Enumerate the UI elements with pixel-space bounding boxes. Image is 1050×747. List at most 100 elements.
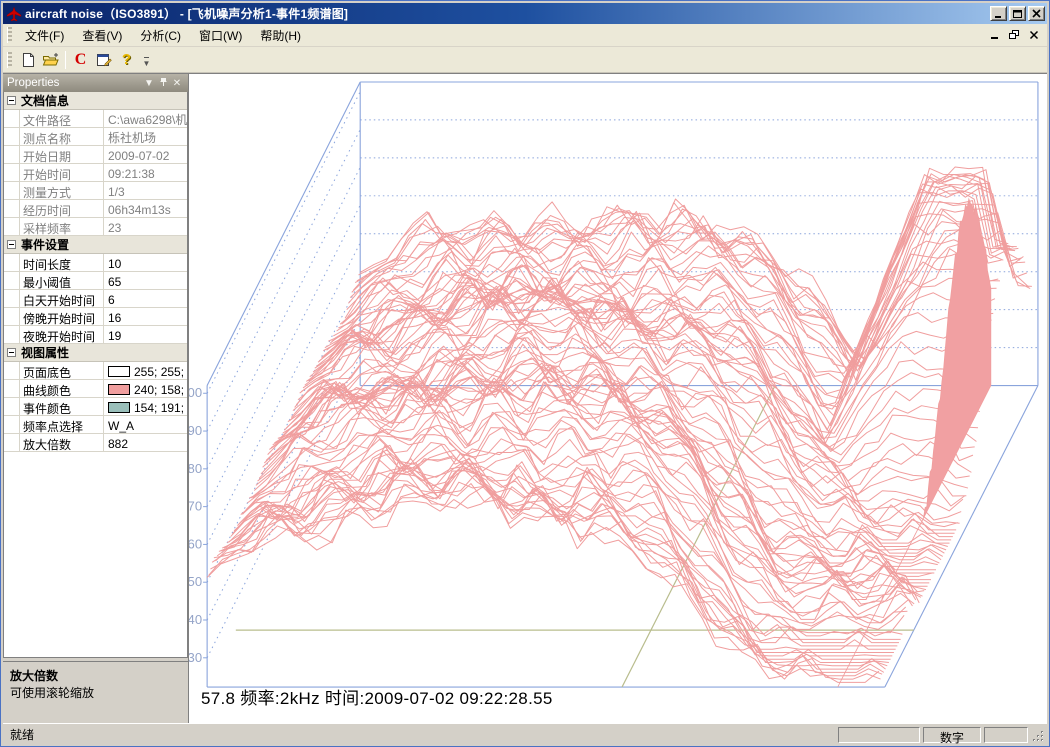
panel-menu-chevron-icon[interactable]: ▼ [142, 78, 156, 89]
row-gutter [4, 218, 20, 235]
color-swatch[interactable] [108, 402, 130, 413]
properties-grid: 文档信息文件路径C:\awa6298\机场测点名称栎社机场开始日期2009-07… [3, 92, 188, 658]
property-value-text: C:\awa6298\机场 [108, 111, 187, 127]
property-row-1-2[interactable]: 白天开始时间6 [4, 290, 187, 308]
property-label: 时间长度 [20, 254, 104, 271]
section-title: 事件设置 [21, 236, 69, 253]
menu-item-4[interactable]: 帮助(H) [251, 24, 310, 47]
property-value[interactable]: 882 [104, 434, 187, 451]
property-value: 06h34m13s [104, 200, 187, 217]
calibration-button[interactable]: C [69, 49, 92, 71]
property-value[interactable]: 10 [104, 254, 187, 271]
panel-pin-icon[interactable] [156, 77, 170, 90]
row-gutter [4, 308, 20, 325]
property-value[interactable]: 65 [104, 272, 187, 289]
row-gutter [4, 110, 20, 127]
property-value[interactable]: 255; 255; 255 [104, 362, 187, 379]
calibration-c-icon: C [75, 51, 87, 69]
property-label: 放大倍数 [20, 434, 104, 451]
close-button[interactable] [1028, 6, 1045, 21]
property-label: 采样频率 [20, 218, 104, 235]
property-row-1-1[interactable]: 最小阈值65 [4, 272, 187, 290]
color-swatch[interactable] [108, 384, 130, 395]
minimize-button[interactable] [990, 6, 1007, 21]
property-label: 测量方式 [20, 182, 104, 199]
properties-panel: Properties ▼ ✕ 文档信息文件路径C:\awa6298\机场测点名称… [3, 74, 189, 723]
menu-item-1[interactable]: 查看(V) [73, 24, 131, 47]
property-value: 2009-07-02 [104, 146, 187, 163]
row-gutter [4, 164, 20, 181]
property-value[interactable]: 154; 191; 186 [104, 398, 187, 415]
property-row-1-0[interactable]: 时间长度 10 [4, 254, 187, 272]
collapse-icon[interactable] [7, 348, 16, 357]
mdi-restore-icon[interactable] [1009, 30, 1020, 40]
collapse-icon[interactable] [7, 96, 16, 105]
mdi-window-controls [990, 30, 1047, 40]
mdi-minimize-icon[interactable] [990, 30, 1000, 40]
help-button[interactable]: ? [115, 49, 138, 71]
svg-text:60: 60 [189, 536, 202, 551]
row-gutter [4, 434, 20, 451]
toolbar-separator [65, 51, 66, 69]
property-value-text: 10 [108, 257, 121, 271]
toolbar-overflow-button[interactable]: ▼ [140, 49, 153, 71]
properties-panel-titlebar[interactable]: Properties ▼ ✕ [3, 74, 188, 92]
properties-sheet-icon [96, 52, 112, 68]
property-value[interactable]: 16 [104, 308, 187, 325]
panel-close-icon[interactable]: ✕ [170, 78, 184, 89]
spectrum-chart-area[interactable]: 10090807060504030 57.8 频率:2kHz 时间:2009-0… [189, 74, 1047, 723]
section-header-2[interactable]: 视图属性 [4, 344, 187, 362]
property-label: 夜晚开始时间 [20, 326, 104, 343]
section-title: 视图属性 [21, 344, 69, 361]
property-row-2-2[interactable]: 事件颜色154; 191; 186 [4, 398, 187, 416]
menu-item-2[interactable]: 分析(C) [131, 24, 190, 47]
open-file-button[interactable] [39, 49, 62, 71]
toolbar-gripper[interactable] [7, 52, 12, 68]
resize-grip[interactable] [1031, 727, 1045, 743]
properties-button[interactable] [92, 49, 115, 71]
row-gutter [4, 128, 20, 145]
property-row-2-1[interactable]: 曲线颜色240; 158; 158 [4, 380, 187, 398]
property-label: 事件颜色 [20, 398, 104, 415]
property-row-1-4[interactable]: 夜晚开始时间19 [4, 326, 187, 344]
chevron-down-icon: ▼ [143, 59, 151, 68]
app-window: aircraft noise（ISO3891） - [飞机噪声分析1-事件1频谱… [0, 0, 1050, 747]
color-swatch[interactable] [108, 366, 130, 377]
property-value[interactable]: 6 [104, 290, 187, 307]
section-header-1[interactable]: 事件设置 [4, 236, 187, 254]
status-ready-text: 就绪 [6, 726, 835, 743]
menu-item-3[interactable]: 窗口(W) [190, 24, 251, 47]
property-value[interactable]: 19 [104, 326, 187, 343]
menu-item-0[interactable]: 文件(F) [16, 24, 73, 47]
property-row-0-5: 经历时间06h34m13s [4, 200, 187, 218]
property-value: 09:21:38 [104, 164, 187, 181]
property-description: 放大倍数 可使用滚轮缩放 [3, 661, 188, 723]
property-label: 测点名称 [20, 128, 104, 145]
new-document-button[interactable] [16, 49, 39, 71]
property-row-2-4[interactable]: 放大倍数882 [4, 434, 187, 452]
property-label: 傍晚开始时间 [20, 308, 104, 325]
property-row-0-4: 测量方式1/3 [4, 182, 187, 200]
airplane-icon [6, 6, 22, 22]
property-label: 页面底色 [20, 362, 104, 379]
title-bar[interactable]: aircraft noise（ISO3891） - [飞机噪声分析1-事件1频谱… [3, 3, 1047, 24]
property-value-text: 16 [108, 311, 121, 325]
property-value[interactable]: 240; 158; 158 [104, 380, 187, 397]
collapse-icon[interactable] [7, 240, 16, 249]
property-value: 1/3 [104, 182, 187, 199]
menu-gripper[interactable] [7, 27, 12, 43]
row-gutter [4, 398, 20, 415]
maximize-button[interactable] [1009, 6, 1026, 21]
property-row-0-1: 测点名称栎社机场 [4, 128, 187, 146]
section-header-0[interactable]: 文档信息 [4, 92, 187, 110]
status-bar: 就绪 数字 [3, 723, 1047, 744]
property-label: 文件路径 [20, 110, 104, 127]
row-gutter [4, 290, 20, 307]
property-value[interactable]: W_A [104, 416, 187, 433]
property-row-2-0[interactable]: 页面底色255; 255; 255 [4, 362, 187, 380]
property-label: 频率点选择 [20, 416, 104, 433]
mdi-close-icon[interactable] [1029, 30, 1039, 40]
property-row-1-3[interactable]: 傍晚开始时间 16 [4, 308, 187, 326]
property-row-2-3[interactable]: 频率点选择W_A [4, 416, 187, 434]
waterfall-3d-plot[interactable]: 10090807060504030 [189, 74, 1047, 723]
